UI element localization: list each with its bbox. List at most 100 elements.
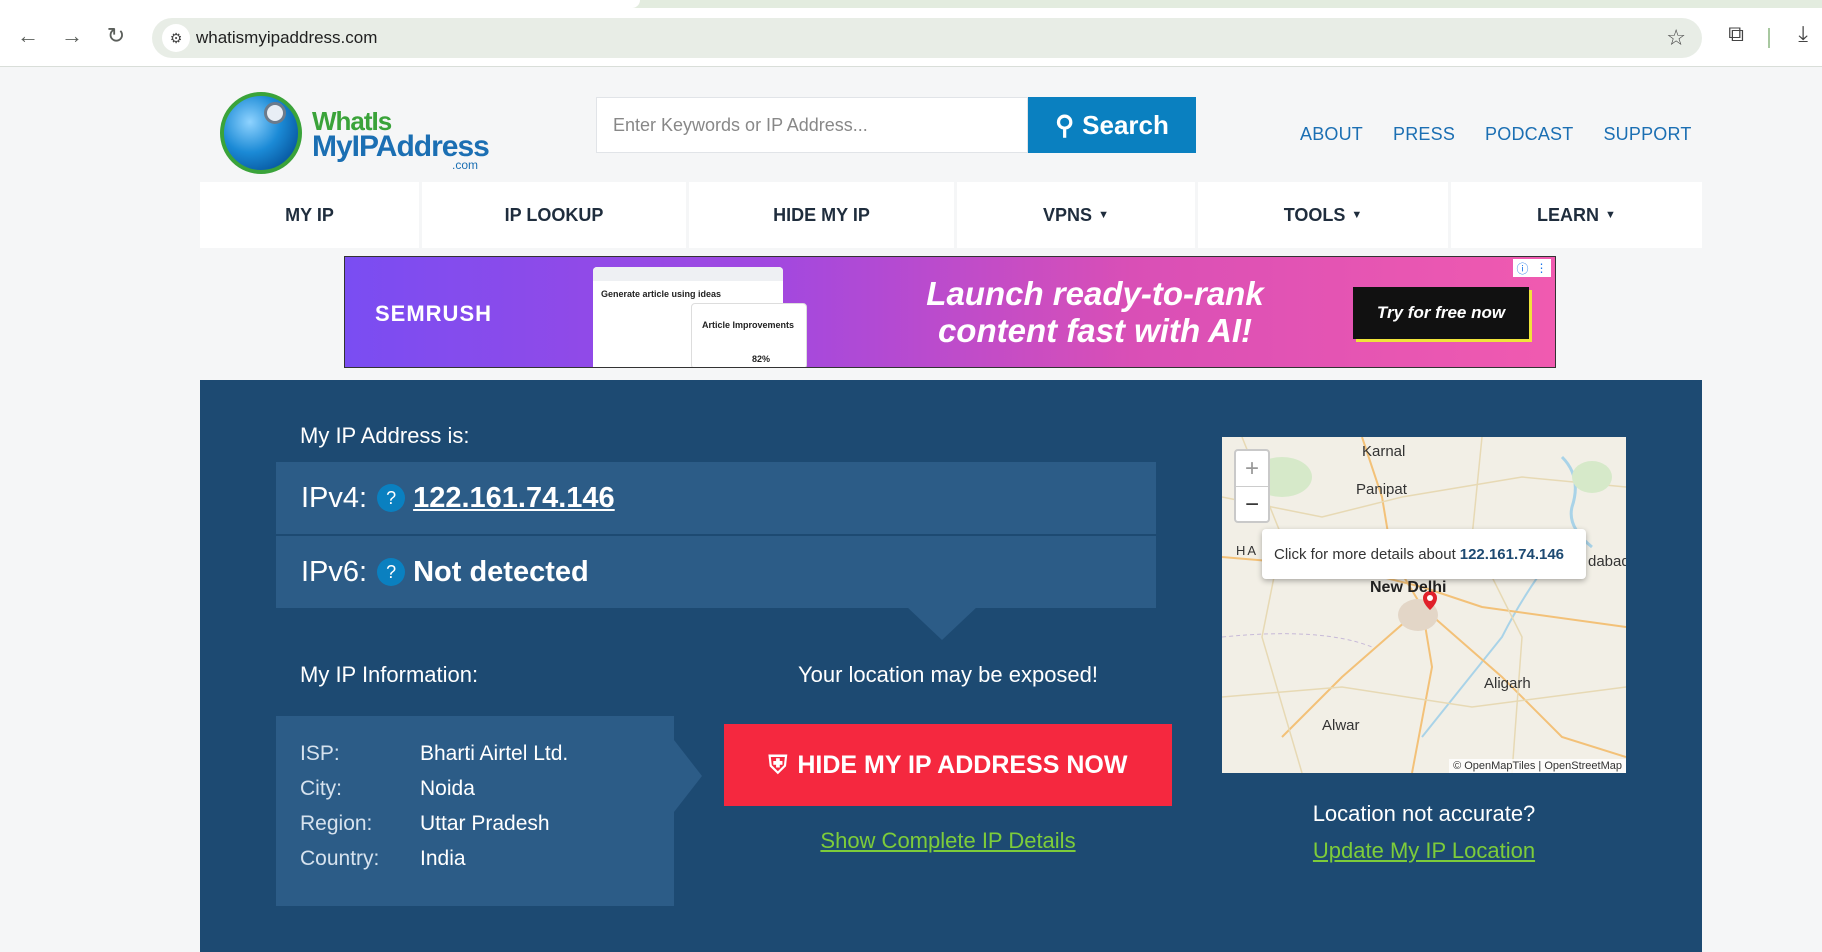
caret-down-icon: ▼ (1351, 209, 1363, 221)
search-button[interactable]: ⚲ Search (1028, 97, 1196, 153)
location-question: Location not accurate? (1312, 801, 1536, 826)
ad-menu-icon[interactable]: ⋮ (1535, 261, 1547, 275)
ipv4-label: IPv4: (301, 481, 368, 514)
link-podcast[interactable]: PODCAST (1485, 124, 1573, 145)
ip-info-box: ISP: Bharti Airtel Ltd. City: Noida Regi… (276, 716, 674, 906)
info-key: Country: (300, 847, 380, 870)
ad-window-bar (593, 267, 783, 281)
info-key: Region: (300, 812, 373, 835)
nav-label: TOOLS (1283, 204, 1346, 225)
ad-info-icon[interactable]: ⓘ (1516, 260, 1528, 277)
search-icon: ⚲ (1055, 109, 1075, 140)
ad-screenshot-2-title: Article Improvements (702, 320, 795, 330)
update-location-link[interactable]: Update My IP Location (1222, 838, 1626, 864)
caret-down-icon: ▼ (1605, 209, 1616, 221)
globe-logo-icon (220, 92, 302, 174)
tab-strip (0, 0, 1822, 8)
ad-screenshot-1-title: Generate article using ideas (601, 289, 722, 299)
map-attribution[interactable]: © OpenMapTiles | OpenStreetMap (1449, 759, 1626, 773)
extensions-icon[interactable]: ⧉ (1728, 21, 1744, 47)
info-box-arrow (674, 740, 702, 812)
nav-label: HIDE MY IP (773, 204, 870, 225)
info-row-city: City: Noida (300, 777, 475, 801)
ad-brand-logo: SEMRUSH (375, 301, 493, 326)
back-arrow-icon[interactable]: ← (12, 20, 44, 52)
nav-learn[interactable]: LEARN ▼ (1451, 182, 1702, 248)
tooltip-ip: 122.161.74.146 (1459, 545, 1565, 563)
map-city-label: Alwar (1322, 717, 1360, 734)
address-bar[interactable]: ⚙ whatismyipaddress.com ☆ (152, 18, 1702, 58)
info-key: ISP: (300, 742, 340, 765)
main-navigation: MY IP IP LOOKUP HIDE MY IP VPNS ▼ TOOLS ▼ … (200, 182, 1702, 248)
map-tooltip[interactable]: Click for more details about 122.161.74.… (1262, 529, 1586, 579)
nav-tools[interactable]: TOOLS ▼ (1198, 182, 1451, 248)
ipv6-label: IPv6: (301, 555, 368, 588)
ipv4-value[interactable]: 122.161.74.146 (413, 482, 615, 515)
map-region-label: HA (1236, 543, 1259, 558)
nav-label: MY IP (285, 204, 334, 225)
info-value: Bharti Airtel Ltd. (420, 742, 569, 765)
show-ip-details-link[interactable]: Show Complete IP Details (724, 828, 1172, 854)
ip-heading: My IP Address is: (300, 423, 470, 448)
nav-vpns[interactable]: VPNS ▼ (957, 182, 1198, 248)
info-row-isp: ISP: Bharti Airtel Ltd. (300, 742, 568, 766)
nav-my-ip[interactable]: MY IP (200, 182, 422, 248)
info-heading: My IP Information: (300, 662, 479, 687)
link-press[interactable]: PRESS (1393, 124, 1455, 145)
nav-label: VPNS (1043, 204, 1093, 225)
search-button-label: Search (1082, 109, 1169, 140)
tooltip-text: Click for more details about (1274, 545, 1456, 563)
map-city-label: Panipat (1356, 481, 1407, 498)
logo-line-3: .com (452, 158, 479, 172)
help-icon[interactable]: ? (377, 558, 406, 586)
map-zoom-control: + − (1234, 449, 1270, 523)
location-map[interactable]: + − Karnal Panipat New Delhi Aligarh Alw… (1222, 437, 1626, 773)
nav-ip-lookup[interactable]: IP LOOKUP (422, 182, 689, 248)
map-city-label: New Delhi (1370, 579, 1447, 596)
hide-ip-button-label: HIDE MY IP ADDRESS NOW (797, 750, 1128, 779)
info-row-country: Country: India (300, 847, 466, 871)
ad-choices[interactable]: ⓘ ⋮ (1513, 259, 1551, 277)
advertisement-banner[interactable]: SEMRUSH Generate article using ideas Art… (344, 256, 1556, 368)
forward-arrow-icon[interactable]: → (56, 20, 88, 52)
url-text[interactable]: whatismyipaddress.com (196, 28, 377, 48)
site-settings-icon[interactable]: ⚙ (162, 24, 190, 52)
top-links: ABOUT PRESS PODCAST SUPPORT (1300, 124, 1692, 145)
browser-toolbar: ← → ↻ ⚙ whatismyipaddress.com ☆ ⧉ ⤓ (0, 0, 1822, 67)
ad-screenshot-2-percent: 82% (752, 354, 771, 364)
map-tiles (1222, 437, 1626, 773)
zoom-out-button[interactable]: − (1236, 487, 1268, 522)
exposure-warning: Your location may be exposed! (797, 662, 1099, 687)
toolbar-divider (1768, 28, 1770, 48)
info-value: Noida (420, 777, 475, 800)
map-city-label: Aligarh (1484, 675, 1531, 692)
nav-hide-my-ip[interactable]: HIDE MY IP (689, 182, 957, 248)
caret-down-icon: ▼ (1098, 209, 1109, 221)
link-about[interactable]: ABOUT (1300, 124, 1363, 145)
map-city-label: Karnal (1362, 443, 1406, 460)
zoom-in-button[interactable]: + (1236, 451, 1268, 487)
active-tab[interactable] (0, 0, 640, 8)
reload-icon[interactable]: ↻ (100, 20, 132, 52)
info-row-region: Region: Uttar Pradesh (300, 812, 550, 836)
search-input[interactable] (596, 97, 1028, 153)
download-icon[interactable]: ⤓ (1798, 21, 1808, 47)
link-support[interactable]: SUPPORT (1603, 124, 1691, 145)
info-key: City: (300, 777, 342, 800)
nav-label: LEARN (1537, 204, 1600, 225)
ad-cta-button[interactable]: Try for free now (1353, 287, 1529, 339)
hide-ip-button[interactable]: ⛨ HIDE MY IP ADDRESS NOW (724, 724, 1172, 806)
magnifier-pin-icon (264, 102, 286, 124)
ipv6-row: IPv6: ? Not detected (276, 536, 1156, 608)
info-value: India (420, 847, 466, 870)
bookmark-star-icon[interactable]: ☆ (1666, 25, 1686, 51)
ipv6-value: Not detected (413, 555, 589, 588)
site-logo[interactable]: WhatIs MyIPAddress .com (220, 88, 490, 180)
ip-box-pointer (906, 606, 978, 640)
map-city-label: dabad (1588, 553, 1626, 570)
nav-label: IP LOOKUP (504, 204, 604, 225)
help-icon[interactable]: ? (377, 484, 406, 512)
ipv4-row: IPv4: ? 122.161.74.146 (276, 462, 1156, 534)
ad-headline: Launch ready-to-rank content fast with A… (926, 275, 1264, 349)
shield-icon: ⛨ (768, 750, 788, 779)
